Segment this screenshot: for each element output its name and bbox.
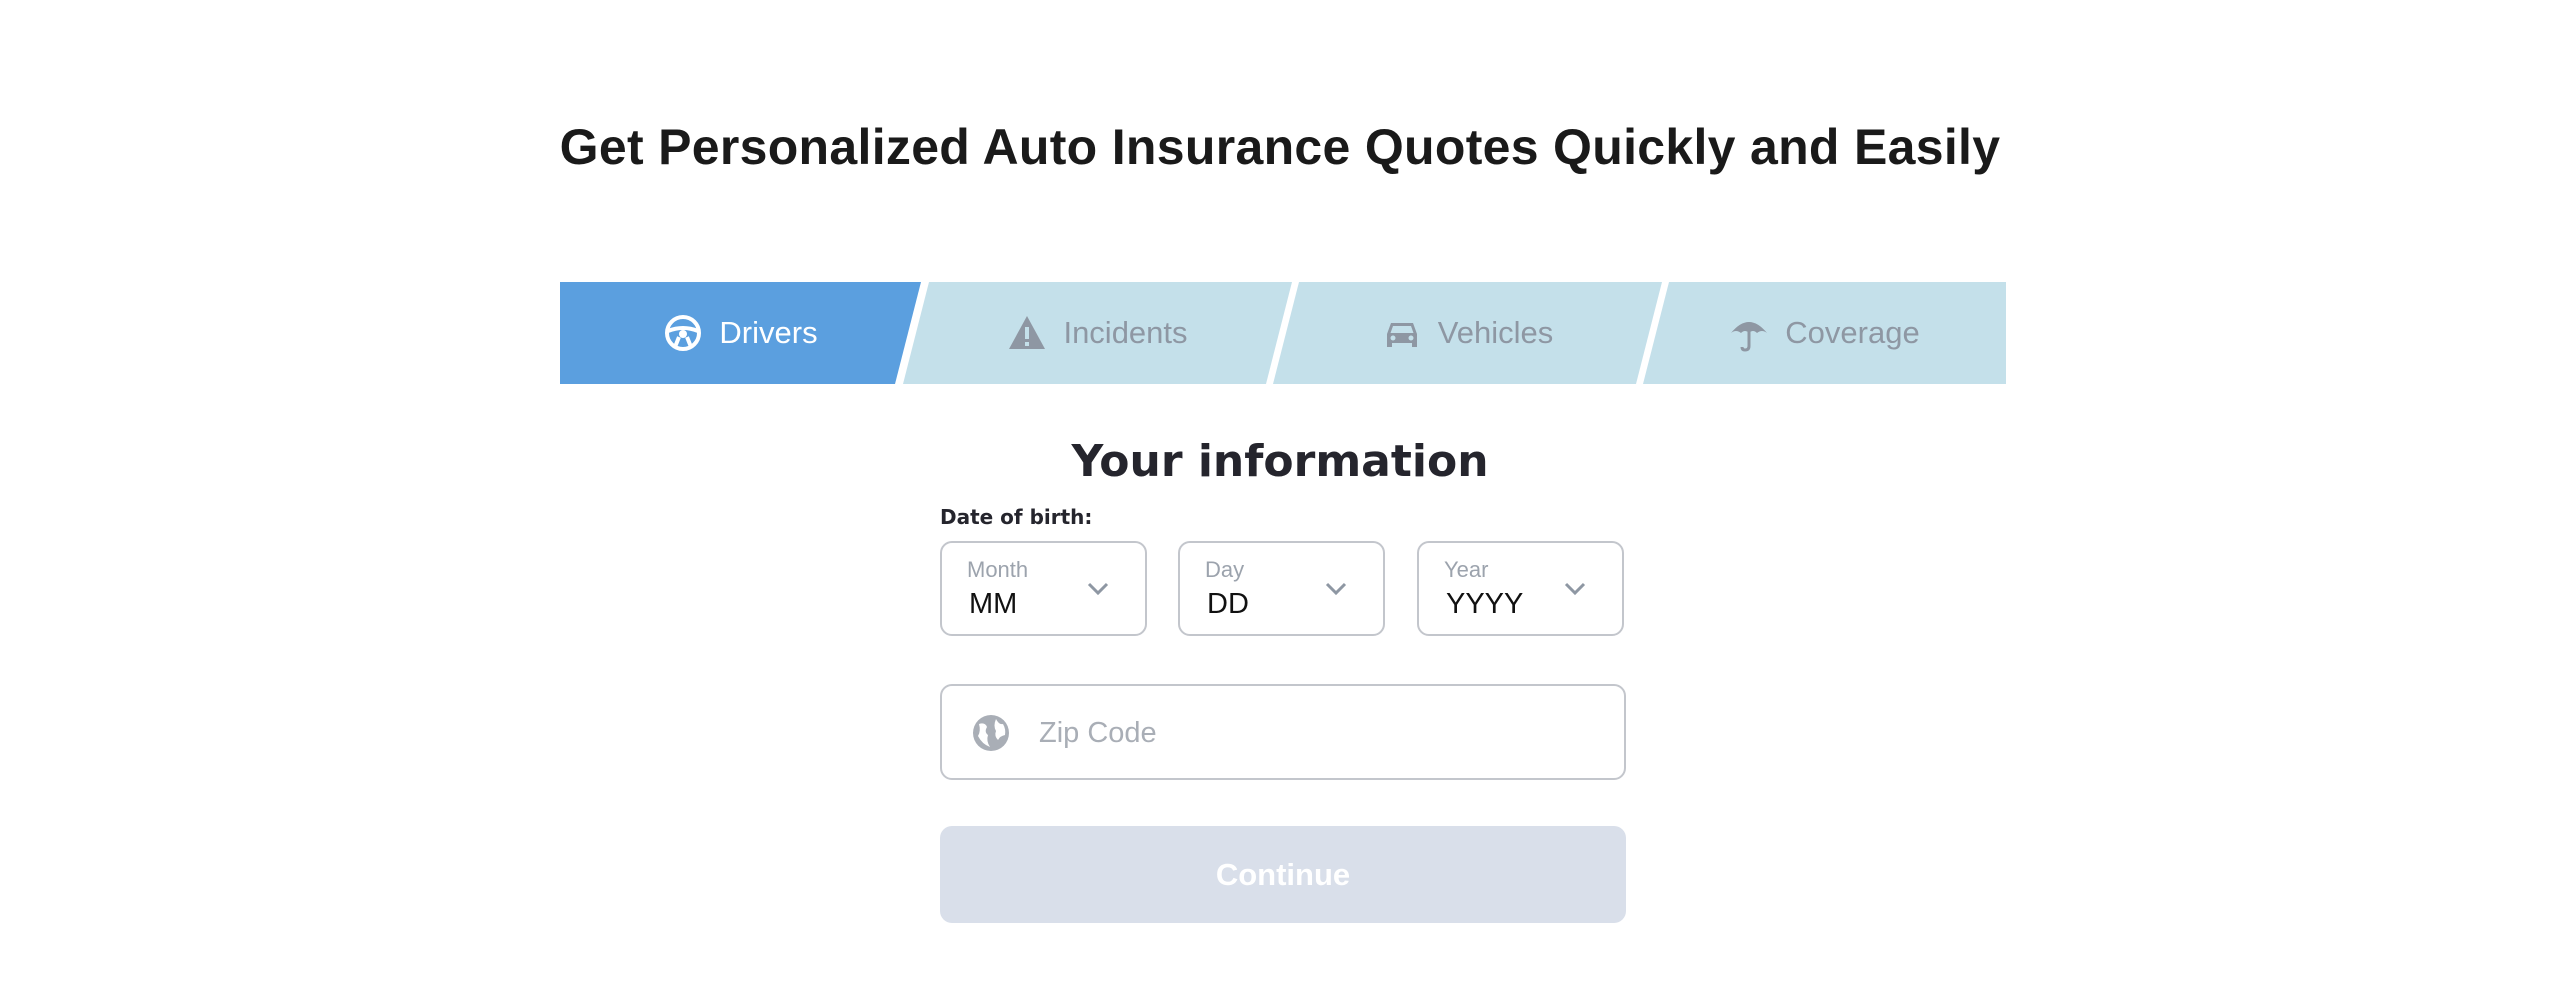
- day-select-value: DD: [1207, 588, 1249, 620]
- chevron-down-icon: [1325, 582, 1347, 596]
- year-select-value: YYYY: [1446, 588, 1524, 620]
- step-coverage[interactable]: Coverage: [1643, 282, 2006, 384]
- year-select[interactable]: Year YYYY: [1417, 541, 1624, 636]
- month-select[interactable]: Month MM: [940, 541, 1147, 636]
- warning-icon: [1007, 313, 1047, 353]
- step-drivers[interactable]: Drivers: [560, 282, 921, 384]
- step-vehicles-label: Vehicles: [1437, 315, 1554, 350]
- step-coverage-label: Coverage: [1785, 315, 1920, 350]
- step-vehicles[interactable]: Vehicles: [1273, 282, 1662, 384]
- day-select-label: Day: [1205, 557, 1245, 582]
- continue-button[interactable]: Continue: [940, 826, 1626, 923]
- zip-code-input[interactable]: [1037, 706, 1601, 760]
- steering-wheel-icon: [663, 313, 703, 353]
- step-drivers-label: Drivers: [719, 315, 818, 350]
- page-headline: Get Personalized Auto Insurance Quotes Q…: [559, 119, 2001, 175]
- year-select-label: Year: [1444, 557, 1489, 582]
- chevron-down-icon: [1564, 582, 1586, 596]
- globe-icon: [973, 715, 1009, 751]
- section-title: Your information: [1071, 436, 1489, 487]
- zip-code-field: [940, 684, 1626, 780]
- month-select-value: MM: [969, 588, 1018, 620]
- car-icon: [1382, 313, 1422, 353]
- progress-steps: Drivers Incidents Vehicles Coverage: [560, 282, 2006, 384]
- step-incidents-label: Incidents: [1063, 315, 1188, 350]
- month-select-label: Month: [967, 557, 1029, 582]
- dob-label: Date of birth:: [940, 505, 1093, 529]
- step-incidents[interactable]: Incidents: [903, 282, 1292, 384]
- umbrella-icon: [1729, 313, 1769, 353]
- day-select[interactable]: Day DD: [1178, 541, 1385, 636]
- chevron-down-icon: [1087, 582, 1109, 596]
